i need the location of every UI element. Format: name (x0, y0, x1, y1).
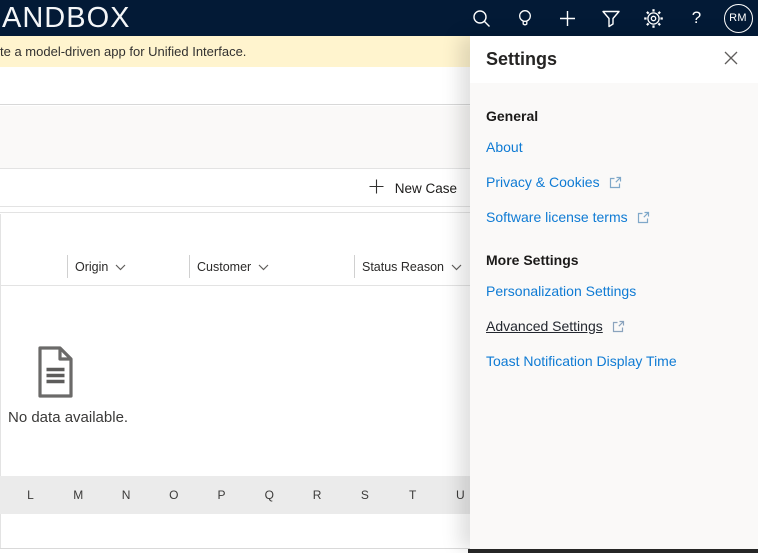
chevron-down-icon (258, 258, 269, 276)
notification-bar: te a model-driven app for Unified Interf… (0, 36, 470, 67)
settings-gear-button[interactable] (632, 0, 675, 36)
settings-link-about[interactable]: About (486, 139, 742, 155)
external-link-icon (637, 211, 650, 224)
jump-letter[interactable]: P (214, 488, 229, 502)
account-menu-button[interactable]: RM (718, 0, 758, 36)
external-link-icon (612, 320, 625, 333)
search-button[interactable] (460, 0, 503, 36)
column-label: Customer (197, 260, 251, 274)
chevron-down-icon (115, 258, 126, 276)
settings-link-toast-notification-display-time[interactable]: Toast Notification Display Time (486, 353, 742, 369)
external-link-icon (609, 176, 622, 189)
column-divider (67, 255, 68, 278)
filter-button[interactable] (589, 0, 632, 36)
jump-letter[interactable]: Q (262, 488, 277, 502)
column-header-origin[interactable]: Origin (75, 249, 126, 285)
notification-text: te a model-driven app for Unified Interf… (0, 44, 246, 59)
close-panel-button[interactable] (720, 47, 742, 72)
close-icon (724, 51, 738, 68)
page-header-band (0, 67, 470, 105)
section-header-general: General (486, 108, 742, 124)
grid-top-spacer (0, 208, 470, 213)
settings-panel-header: Settings (470, 36, 758, 83)
jump-letter[interactable]: L (23, 488, 38, 502)
plus-icon (558, 9, 577, 28)
jump-letter[interactable]: M (71, 488, 86, 502)
column-header-status-reason[interactable]: Status Reason (362, 249, 462, 285)
command-bar: New Case (0, 170, 470, 207)
column-label: Origin (75, 260, 108, 274)
column-label: Status Reason (362, 260, 444, 274)
settings-panel: Settings General About Privacy & Cookies… (470, 36, 758, 549)
settings-panel-title: Settings (486, 49, 557, 70)
column-divider (354, 255, 355, 278)
new-case-label: New Case (395, 181, 457, 196)
jump-letter[interactable]: O (166, 488, 181, 502)
plus-icon (369, 179, 384, 197)
top-nav-bar: ANDBOX (0, 0, 758, 36)
lightbulb-icon (515, 8, 535, 29)
search-icon (471, 8, 492, 29)
settings-link-personalization-settings[interactable]: Personalization Settings (486, 283, 742, 299)
column-divider (189, 255, 190, 278)
help-icon: ? (692, 8, 701, 28)
link-label: Toast Notification Display Time (486, 353, 677, 369)
jump-letter[interactable]: U (453, 488, 468, 502)
app-screen: ANDBOX (0, 0, 758, 553)
link-label: Software license terms (486, 209, 628, 225)
jump-letter[interactable]: R (310, 488, 325, 502)
column-header-customer[interactable]: Customer (197, 249, 269, 285)
chevron-down-icon (451, 258, 462, 276)
topbar-icon-group: ? RM (460, 0, 758, 36)
link-label: Advanced Settings (486, 318, 603, 334)
link-label: Privacy & Cookies (486, 174, 600, 190)
help-button[interactable]: ? (675, 0, 718, 36)
settings-link-software-license-terms[interactable]: Software license terms (486, 209, 742, 225)
suggestions-button[interactable] (503, 0, 546, 36)
empty-state-message: No data available. (8, 409, 128, 426)
panel-bottom-strip (468, 549, 758, 553)
view-selector-band (0, 106, 470, 169)
jump-letter[interactable]: T (405, 488, 420, 502)
grid-footer-divider (0, 548, 470, 549)
avatar: RM (724, 4, 753, 33)
gear-icon (643, 8, 664, 29)
empty-document-icon (33, 346, 78, 403)
section-header-more-settings: More Settings (486, 252, 742, 268)
jump-letter[interactable]: S (357, 488, 372, 502)
new-case-button[interactable]: New Case (369, 170, 457, 206)
alphabet-jump-bar: L M N O P Q R S T U (0, 476, 470, 514)
settings-link-privacy-cookies[interactable]: Privacy & Cookies (486, 174, 742, 190)
jump-letter[interactable]: N (119, 488, 134, 502)
grid-column-header-row: Origin Customer Status Reason (0, 214, 470, 286)
link-label: Personalization Settings (486, 283, 636, 299)
app-brand-title: ANDBOX (2, 0, 130, 36)
settings-panel-body: General About Privacy & Cookies Software… (470, 83, 758, 369)
filter-icon (601, 9, 621, 28)
main-content-area: te a model-driven app for Unified Interf… (0, 36, 470, 553)
quick-create-button[interactable] (546, 0, 589, 36)
settings-link-advanced-settings[interactable]: Advanced Settings (486, 318, 742, 334)
link-label: About (486, 139, 523, 155)
